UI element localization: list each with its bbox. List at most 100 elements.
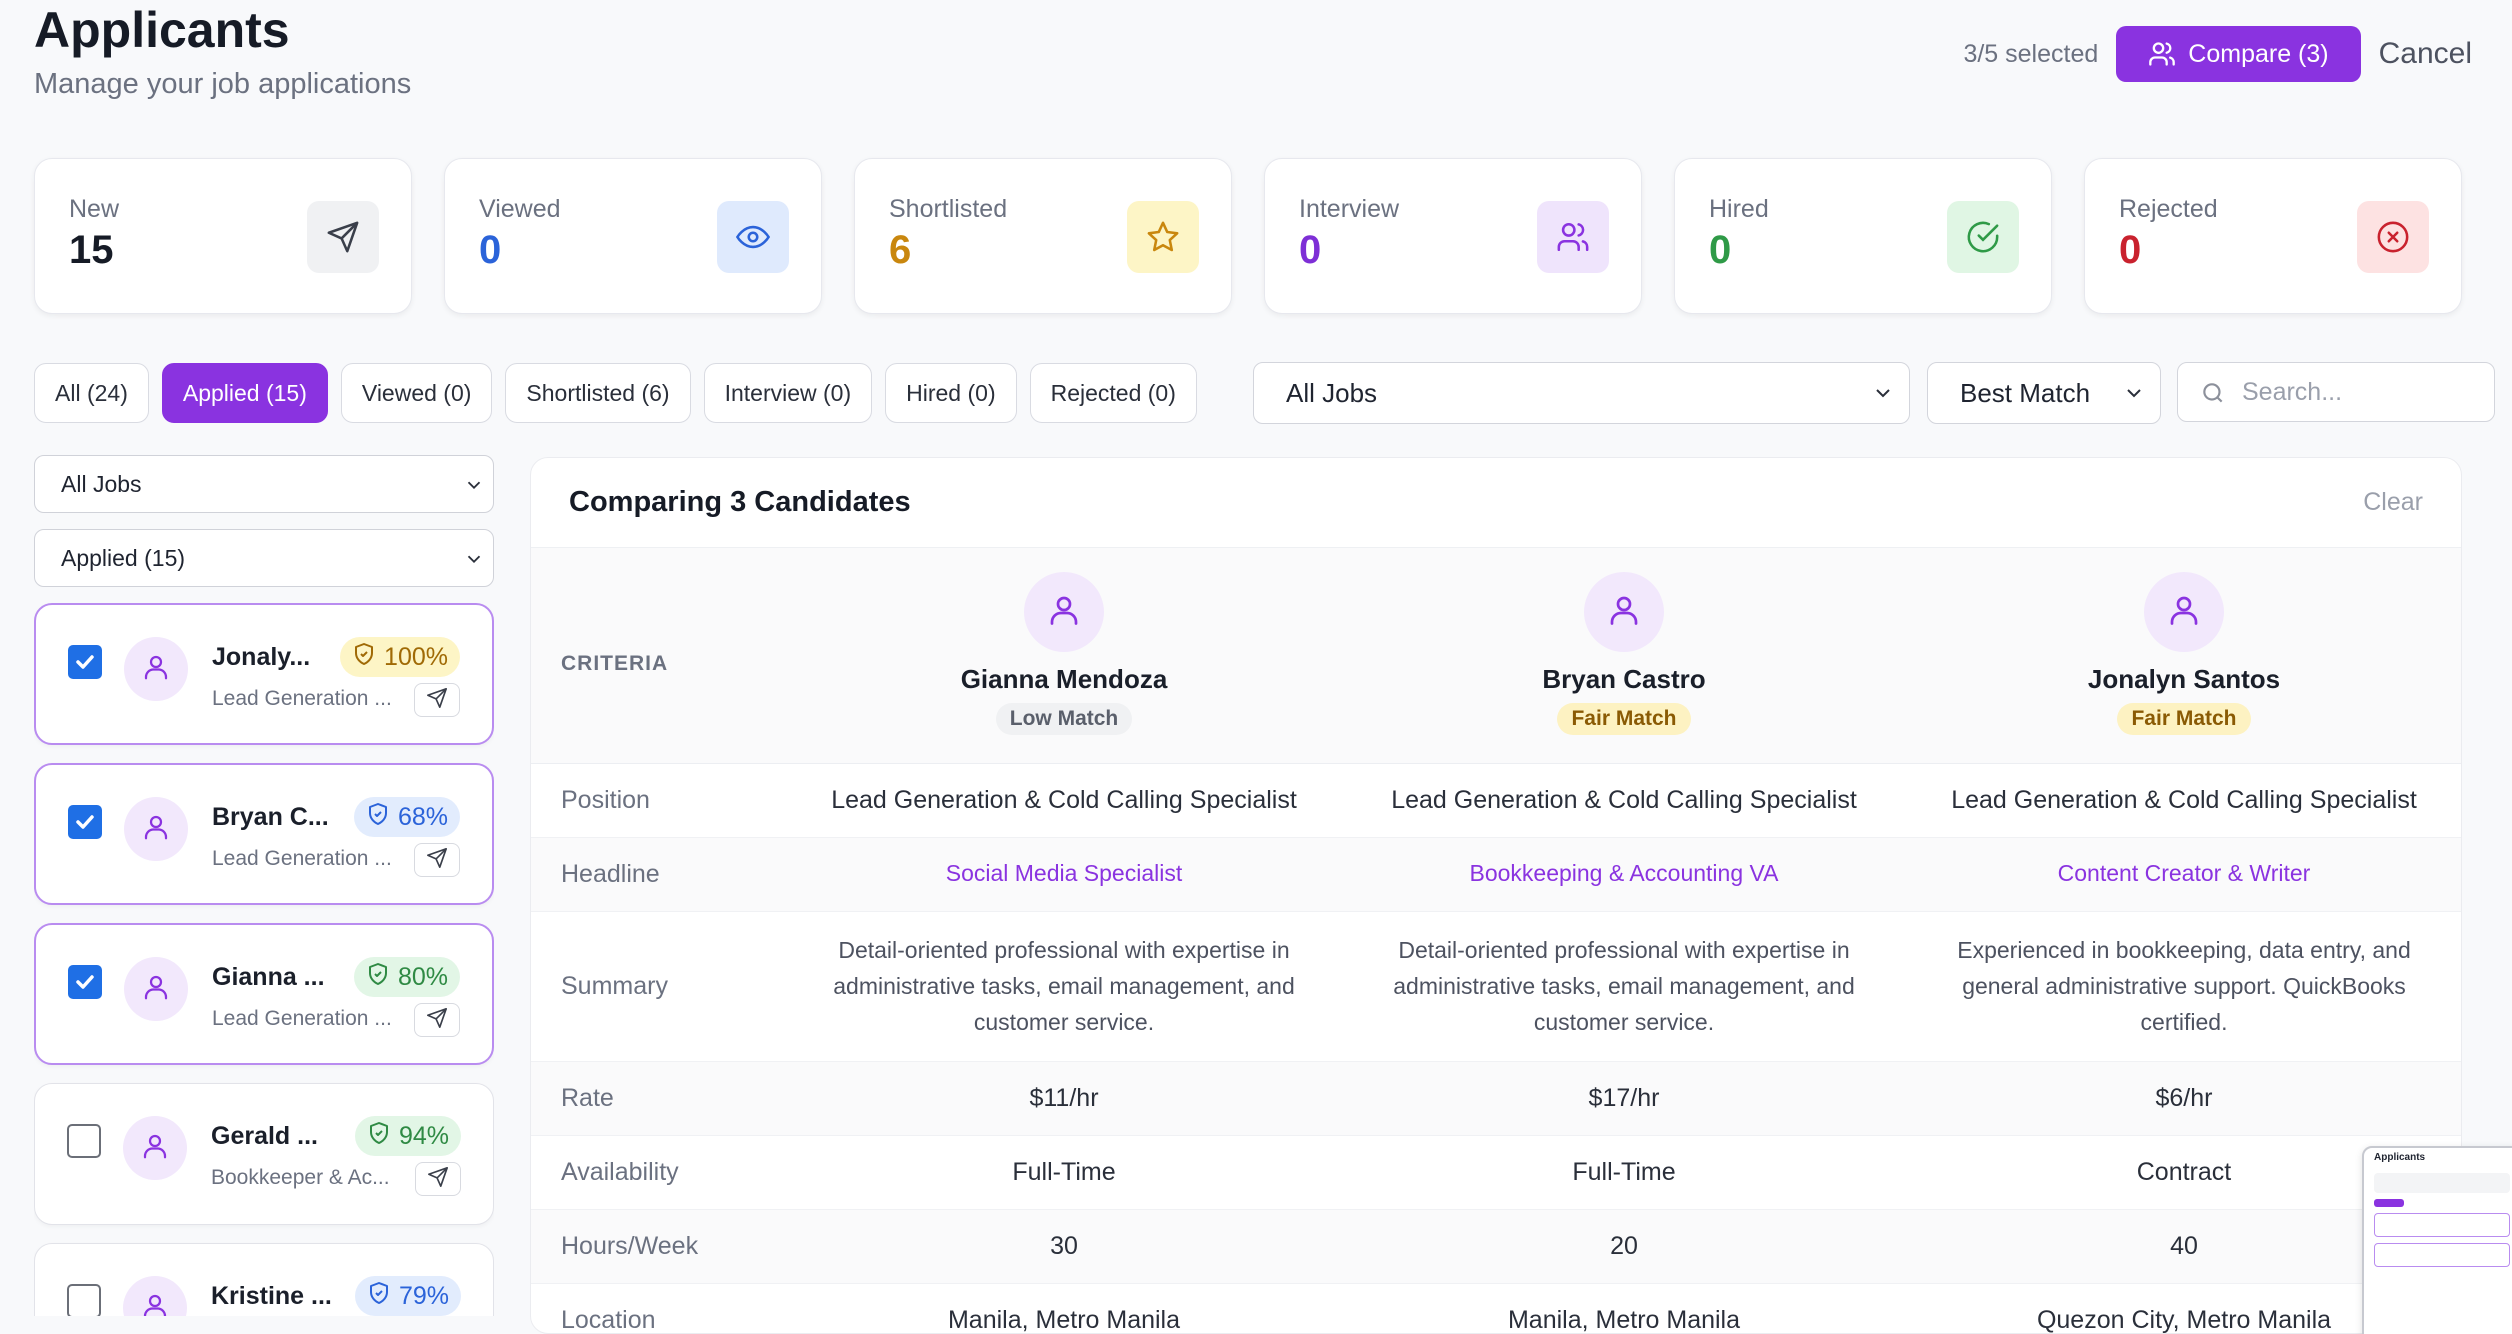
match-level-badge: Fair Match <box>1557 703 1691 735</box>
applicant-role: Bookkeeper & Ac... <box>211 1166 390 1189</box>
criteria-label: CRITERIA <box>561 652 669 675</box>
select-checkbox[interactable] <box>67 1124 101 1158</box>
stat-card-hired[interactable]: Hired 0 <box>1674 158 2052 314</box>
comparison-row-rate: Rate $11/hr $17/hr $6/hr <box>531 1062 2461 1136</box>
applicant-role: Lead Generation ... <box>212 687 392 710</box>
applicant-name: Kristine ... <box>211 1282 332 1310</box>
tab-applied[interactable]: Applied (15) <box>161 363 328 423</box>
send-message-button[interactable] <box>414 843 460 877</box>
applicant-card[interactable]: Gerald ... Bookkeeper & Ac... 94% <box>34 1083 494 1225</box>
criteria-value: Full-Time <box>1572 1158 1676 1186</box>
applicant-role: Lead Generation ... <box>212 1007 392 1030</box>
header-actions: 3/5 selected Compare (3) Cancel <box>1963 26 2472 82</box>
sort-select[interactable]: Best Match <box>1927 362 2161 424</box>
shield-check-icon <box>367 1121 391 1152</box>
tab-all[interactable]: All (24) <box>34 363 149 423</box>
send-message-button[interactable] <box>414 683 460 717</box>
stat-card-shortlisted[interactable]: Shortlisted 6 <box>854 158 1232 314</box>
user-icon <box>141 972 171 1007</box>
send-icon <box>307 201 379 273</box>
criteria-value: $11/hr <box>1029 1084 1099 1112</box>
criteria-name: Availability <box>561 1158 679 1186</box>
sidebar-job-filter-value: All Jobs <box>61 470 142 497</box>
select-checkbox[interactable] <box>68 965 102 999</box>
sort-select-value: Best Match <box>1960 377 2091 408</box>
avatar <box>1584 572 1664 652</box>
cancel-button[interactable]: Cancel <box>2379 37 2472 71</box>
users-icon <box>1537 201 1609 273</box>
match-score: 79% <box>398 1281 449 1310</box>
criteria-name: Location <box>561 1306 656 1334</box>
chevron-down-icon <box>467 481 481 490</box>
send-icon <box>427 1166 449 1193</box>
tab-rejected[interactable]: Rejected (0) <box>1029 363 1197 423</box>
criteria-value[interactable]: Bookkeeping & Accounting VA <box>1344 860 1904 887</box>
match-level-badge: Fair Match <box>2117 703 2251 735</box>
compare-label: Compare (3) <box>2188 39 2329 68</box>
select-checkbox[interactable] <box>68 645 102 679</box>
thumbnail-stats <box>2374 1173 2510 1193</box>
avatar <box>123 1276 187 1316</box>
shield-check-icon <box>367 1281 391 1312</box>
search-icon <box>2203 383 2223 403</box>
tab-viewed[interactable]: Viewed (0) <box>340 363 493 423</box>
screenshot-thumbnail[interactable]: Applicants <box>2362 1146 2512 1334</box>
applicant-card[interactable]: Kristine ... 79% <box>34 1243 494 1316</box>
candidate-name: Gianna Mendoza <box>960 664 1168 694</box>
select-checkbox[interactable] <box>68 805 102 839</box>
status-tabs: All (24) Applied (15) Viewed (0) Shortliste… <box>34 363 1197 423</box>
user-icon <box>141 812 171 847</box>
jobs-select[interactable]: All Jobs <box>1253 362 1910 424</box>
criteria-value: Detail-oriented professional with expert… <box>1393 937 1855 1035</box>
candidate-column-header: Gianna Mendoza Low Match <box>784 572 1344 735</box>
criteria-name: Hours/Week <box>561 1232 699 1260</box>
tab-hired[interactable]: Hired (0) <box>885 363 1017 423</box>
match-badge: 94% <box>354 1116 461 1156</box>
applicant-card[interactable]: Bryan C... Lead Generation ... 68% <box>34 763 494 905</box>
select-checkbox[interactable] <box>67 1284 101 1316</box>
criteria-name: Rate <box>561 1084 614 1112</box>
comparison-rows: Position Lead Generation & Cold Calling S… <box>531 764 2461 1334</box>
candidate-name: Jonalyn Santos <box>2087 664 2281 694</box>
criteria-value: Lead Generation & Cold Calling Specialis… <box>1951 786 2417 814</box>
comparison-row-position: Position Lead Generation & Cold Calling S… <box>531 764 2461 838</box>
x-circle-icon <box>2357 201 2429 273</box>
stat-card-new[interactable]: New 15 <box>34 158 412 314</box>
candidate-column-header: Bryan Castro Fair Match <box>1344 572 1904 735</box>
tab-interview[interactable]: Interview (0) <box>703 363 873 423</box>
selected-count: 3/5 selected <box>1963 39 2099 68</box>
clear-button[interactable]: Clear <box>2363 488 2423 517</box>
send-message-button[interactable] <box>414 1003 460 1037</box>
thumbnail-card <box>2374 1243 2510 1267</box>
compare-button[interactable]: Compare (3) <box>2116 26 2361 82</box>
stat-card-interview[interactable]: Interview 0 <box>1264 158 1642 314</box>
shield-check-icon <box>366 962 390 993</box>
match-badge: 100% <box>340 637 460 677</box>
applicant-card[interactable]: Gianna ... Lead Generation ... 80% <box>34 923 494 1065</box>
applicant-role: Lead Generation ... <box>212 847 392 870</box>
criteria-name: Headline <box>561 860 660 888</box>
stat-card-viewed[interactable]: Viewed 0 <box>444 158 822 314</box>
check-icon <box>76 655 94 669</box>
applicant-card[interactable]: Jonaly... Lead Generation ... 100% <box>34 603 494 745</box>
criteria-value[interactable]: Social Media Specialist <box>784 860 1344 887</box>
criteria-value: Manila, Metro Manila <box>947 1306 1181 1334</box>
avatar <box>123 1116 187 1180</box>
avatar <box>124 957 188 1021</box>
tab-shortlisted[interactable]: Shortlisted (6) <box>505 363 691 423</box>
applicant-name: Gianna ... <box>212 963 325 991</box>
shield-check-icon <box>352 642 376 673</box>
sidebar-status-filter[interactable]: Applied (15) <box>34 529 494 587</box>
comparison-panel: Comparing 3 Candidates Clear CRITERIA Gi… <box>530 457 2462 1334</box>
send-message-button[interactable] <box>415 1162 461 1196</box>
thumbnail-tab <box>2374 1199 2404 1207</box>
criteria-value: $17/hr <box>1588 1084 1660 1112</box>
stat-card-rejected[interactable]: Rejected 0 <box>2084 158 2462 314</box>
criteria-value: Full-Time <box>1012 1158 1116 1186</box>
criteria-value[interactable]: Content Creator & Writer <box>1904 860 2461 887</box>
sidebar-job-filter[interactable]: All Jobs <box>34 455 494 513</box>
match-score: 94% <box>398 1121 449 1150</box>
search-input[interactable]: Search... <box>2177 362 2495 422</box>
users-icon <box>2149 42 2176 66</box>
criteria-value: $6/hr <box>2155 1084 2213 1112</box>
